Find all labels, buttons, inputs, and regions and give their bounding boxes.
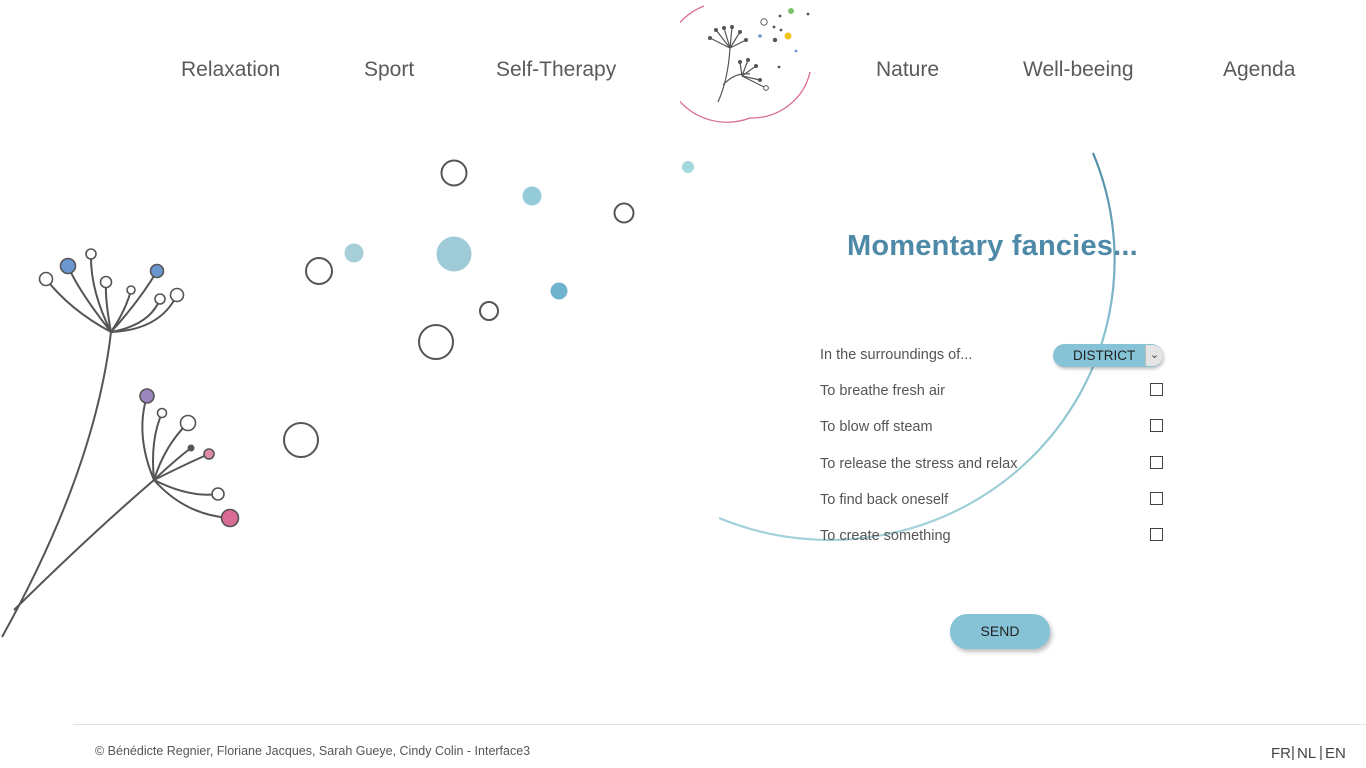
checkbox-fresh-air[interactable] [1150, 383, 1163, 396]
nav-relaxation[interactable]: Relaxation [181, 58, 280, 82]
nav-agenda[interactable]: Agenda [1223, 58, 1295, 82]
option-label-release-stress: To release the stress and relax [820, 456, 1018, 472]
nav-sport[interactable]: Sport [364, 58, 414, 82]
lang-separator: | [1291, 744, 1295, 761]
nav-well-beeing[interactable]: Well-beeing [1023, 58, 1134, 82]
lang-en[interactable]: EN [1325, 745, 1346, 762]
district-select-value: DISTRICT [1073, 348, 1136, 363]
nav-nature[interactable]: Nature [876, 58, 939, 82]
option-label-fresh-air: To breathe fresh air [820, 383, 945, 399]
lang-nl[interactable]: NL [1297, 745, 1316, 762]
form-title: Momentary fancies... [847, 230, 1138, 262]
checkbox-release-stress[interactable] [1150, 456, 1163, 469]
footer-copyright: © Bénédicte Regnier, Floriane Jacques, S… [95, 744, 531, 758]
checkbox-find-oneself[interactable] [1150, 492, 1163, 505]
option-label-blow-off-steam: To blow off steam [820, 419, 933, 435]
footer-divider [73, 724, 1366, 725]
district-select[interactable]: DISTRICT ⌄ [1053, 344, 1163, 367]
checkbox-blow-off-steam[interactable] [1150, 419, 1163, 432]
nav-self-therapy[interactable]: Self-Therapy [496, 58, 616, 82]
option-label-create-something: To create something [820, 528, 951, 544]
dandelion-logo-icon[interactable] [680, 0, 820, 125]
lang-separator: | [1319, 744, 1323, 761]
option-label-find-oneself: To find back oneself [820, 492, 949, 508]
decorative-dandelion-icon [1, 159, 694, 638]
surroundings-label: In the surroundings of... [820, 347, 973, 363]
chevron-down-icon[interactable]: ⌄ [1145, 345, 1163, 366]
checkbox-create-something[interactable] [1150, 528, 1163, 541]
lang-fr[interactable]: FR [1271, 745, 1291, 762]
send-button[interactable]: SEND [950, 614, 1050, 649]
